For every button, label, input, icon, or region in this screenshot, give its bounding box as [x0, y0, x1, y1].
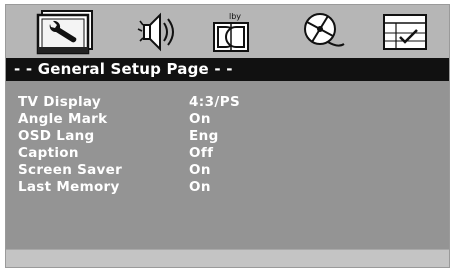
setting-row-screen-saver[interactable]: Screen Saver On: [6, 162, 449, 179]
setting-row-angle-mark[interactable]: Angle Mark On: [6, 111, 449, 128]
setting-value: On: [189, 179, 211, 195]
setup-tab-bar: lby: [6, 5, 449, 58]
setting-label: OSD Lang: [18, 128, 95, 144]
setting-label: Screen Saver: [18, 162, 123, 178]
setting-row-tv-display[interactable]: TV Display 4:3/PS: [6, 94, 449, 111]
preference-icon: [383, 14, 427, 50]
film-reel-icon: [304, 13, 345, 47]
setting-label: TV Display: [18, 94, 102, 110]
dolby-badge-text: lby: [229, 12, 241, 21]
status-bar: [6, 249, 449, 267]
setting-value: On: [189, 111, 211, 127]
tab-video-setup[interactable]: [298, 9, 348, 55]
setting-label: Last Memory: [18, 179, 120, 195]
setting-value: Off: [189, 145, 214, 161]
wrench-icon: [36, 10, 93, 55]
setting-row-osd-lang[interactable]: OSD Lang Eng: [6, 128, 449, 145]
tab-audio-setup[interactable]: [134, 9, 180, 55]
setting-label: Caption: [18, 145, 79, 161]
setting-row-caption[interactable]: Caption Off: [6, 145, 449, 162]
setting-value: Eng: [189, 128, 219, 144]
page-title: - - General Setup Page - -: [6, 58, 449, 81]
settings-panel: TV Display 4:3/PS Angle Mark On OSD Lang…: [6, 81, 449, 249]
setup-menu-screen: lby - - General Setup Page - - TV Displa…: [5, 4, 450, 268]
setting-value: 4:3/PS: [189, 94, 241, 110]
dolby-icon: lby: [213, 12, 249, 52]
setting-value: On: [189, 162, 211, 178]
tab-general-setup[interactable]: [36, 9, 94, 55]
tab-preference[interactable]: [382, 9, 428, 55]
setting-label: Angle Mark: [18, 111, 108, 127]
tab-dolby-digital-setup[interactable]: lby: [212, 9, 252, 55]
setting-row-last-memory[interactable]: Last Memory On: [6, 179, 449, 196]
speaker-icon: [137, 12, 174, 52]
